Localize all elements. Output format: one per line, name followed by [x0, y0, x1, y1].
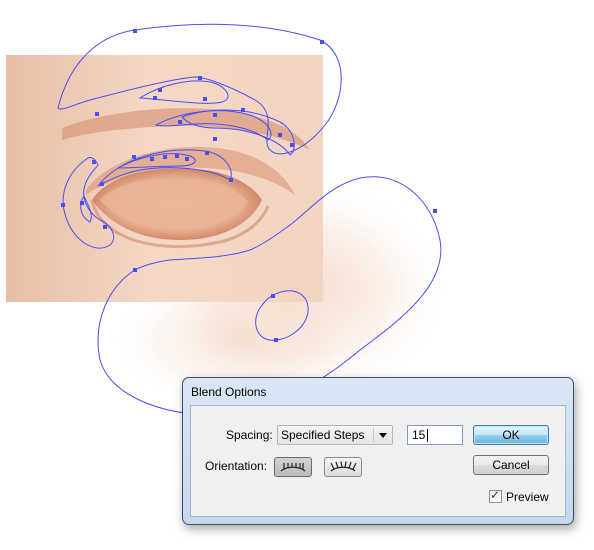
- anchor-point[interactable]: [175, 154, 179, 158]
- align-to-path-icon: [330, 461, 357, 472]
- anchor-point[interactable]: [95, 112, 99, 116]
- anchor-point[interactable]: [290, 143, 294, 147]
- preview-checkbox[interactable]: ✓: [489, 488, 502, 503]
- anchor-point[interactable]: [241, 108, 245, 112]
- anchor-point[interactable]: [185, 157, 189, 161]
- align-to-page-icon: [280, 463, 306, 472]
- ok-button[interactable]: OK: [473, 425, 549, 445]
- anchor-point[interactable]: [278, 133, 282, 137]
- align-to-path-button[interactable]: [324, 457, 362, 477]
- anchor-point[interactable]: [178, 120, 182, 124]
- anchor-point[interactable]: [80, 201, 84, 205]
- steps-input[interactable]: 15: [407, 425, 463, 445]
- anchor-point[interactable]: [61, 203, 65, 207]
- dialog-body: Spacing: Specified Steps 15 OK Cancel Or…: [190, 405, 566, 517]
- orientation-label: Orientation:: [205, 459, 268, 473]
- anchor-point[interactable]: [274, 338, 278, 342]
- preview-label: Preview: [506, 490, 549, 504]
- anchor-point[interactable]: [100, 182, 104, 186]
- dropdown-separator: [373, 428, 374, 442]
- checkmark-icon: ✓: [490, 488, 501, 502]
- blend-options-dialog: Blend Options Spacing: Specified Steps 1…: [182, 377, 574, 525]
- anchor-point[interactable]: [132, 155, 136, 159]
- anchor-point[interactable]: [203, 97, 207, 101]
- anchor-point[interactable]: [229, 178, 233, 182]
- anchor-point[interactable]: [433, 209, 437, 213]
- anchor-point[interactable]: [205, 151, 209, 155]
- anchor-point[interactable]: [198, 76, 202, 80]
- anchor-point[interactable]: [163, 155, 167, 159]
- spacing-dropdown[interactable]: Specified Steps: [277, 425, 393, 445]
- anchor-point[interactable]: [103, 225, 107, 229]
- anchor-point[interactable]: [150, 157, 154, 161]
- anchor-point[interactable]: [133, 268, 137, 272]
- anchor-point[interactable]: [271, 294, 275, 298]
- text-caret: [427, 429, 428, 442]
- anchor-point[interactable]: [153, 96, 157, 100]
- anchor-point[interactable]: [320, 40, 324, 44]
- anchor-point[interactable]: [92, 160, 96, 164]
- steps-value: 15: [412, 428, 426, 442]
- spacing-value: Specified Steps: [281, 428, 365, 442]
- anchor-point[interactable]: [158, 88, 162, 92]
- align-to-page-button[interactable]: [274, 457, 312, 477]
- anchor-point[interactable]: [213, 113, 217, 117]
- chevron-down-icon: [379, 433, 387, 438]
- dialog-title: Blend Options: [191, 385, 267, 399]
- anchor-point[interactable]: [133, 29, 137, 33]
- anchor-point[interactable]: [213, 137, 217, 141]
- cancel-button[interactable]: Cancel: [473, 455, 549, 475]
- spacing-label: Spacing:: [226, 428, 273, 442]
